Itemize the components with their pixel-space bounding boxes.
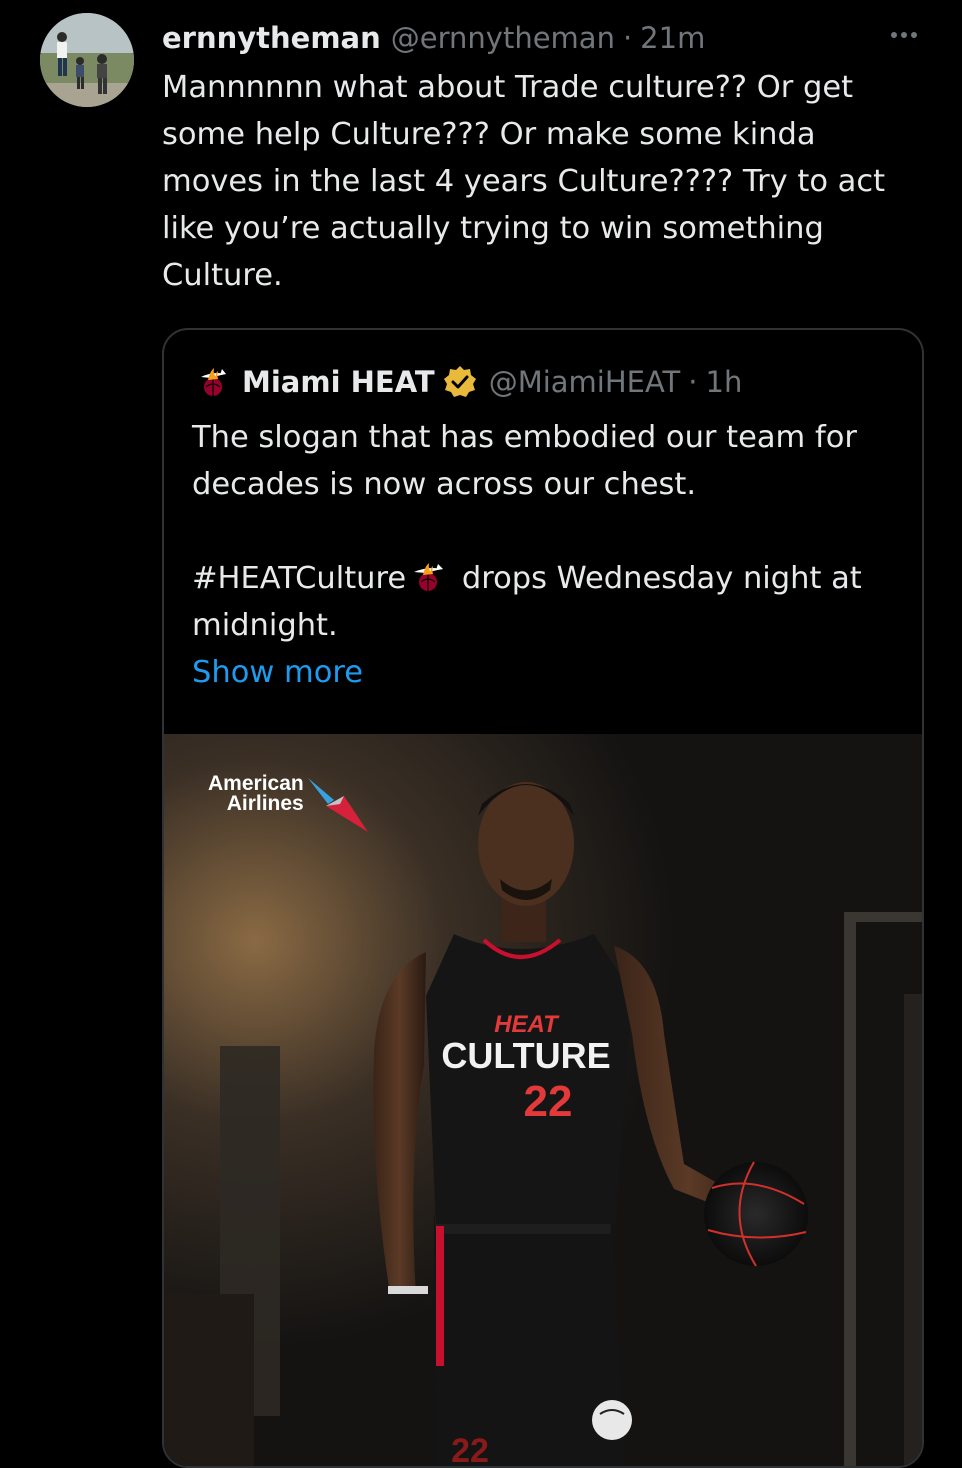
american-airlines-flight-symbol-icon <box>307 778 368 832</box>
sponsor-name-line2: Airlines <box>226 792 304 815</box>
quoted-line: The slogan that has embodied our team fo… <box>192 420 857 455</box>
more-options-button[interactable] <box>884 20 924 50</box>
show-more-link[interactable]: Show more <box>192 649 902 696</box>
timestamp[interactable]: 21m <box>640 21 705 55</box>
american-airlines-logo: American Airlines <box>208 772 370 838</box>
jersey-word-heat: HEAT <box>494 1011 560 1038</box>
tweet-text: Mannnnnn what about Trade culture?? Or g… <box>162 70 886 293</box>
tweet[interactable]: ernnytheman @ernnytheman · 21m Mannnnnn … <box>0 0 962 1468</box>
tweet-header: ernnytheman @ernnytheman · 21m <box>162 16 705 60</box>
quoted-tweet-text: The slogan that has embodied our team fo… <box>192 414 902 696</box>
miami-heat-logo-icon[interactable] <box>196 365 230 399</box>
miami-heat-logo-icon <box>414 563 444 591</box>
hashtag-link[interactable]: #HEATCulture <box>192 561 406 596</box>
separator-dot: · <box>688 365 698 399</box>
quoted-tweet-header: Miami HEAT @MiamiHEAT · 1h <box>196 360 742 404</box>
verified-badge-icon <box>443 366 476 397</box>
jersey-word-culture: CULTURE <box>441 1035 610 1076</box>
shorts-number: 22 <box>451 1432 489 1468</box>
quoted-user-handle[interactable]: @MiamiHEAT <box>489 365 681 399</box>
more-horizontal-icon <box>891 32 897 38</box>
quoted-line: midnight. <box>192 608 338 643</box>
media-image[interactable]: HEAT CULTURE 22 22 American Airlines <box>164 734 922 1468</box>
user-handle[interactable]: @ernnytheman <box>391 21 615 55</box>
quoted-timestamp[interactable]: 1h <box>706 365 743 399</box>
jersey-number: 22 <box>524 1077 573 1126</box>
quoted-tweet[interactable]: Miami HEAT @MiamiHEAT · 1h The slogan th… <box>162 328 924 1468</box>
quoted-display-name[interactable]: Miami HEAT <box>242 365 435 399</box>
sponsor-name-line1: American <box>208 772 304 795</box>
separator-dot: · <box>622 21 633 55</box>
quoted-line: #HEATCulture drops Wednesday night at <box>192 561 862 596</box>
avatar[interactable] <box>40 13 134 107</box>
display-name[interactable]: ernnytheman <box>162 21 381 55</box>
quoted-line: decades is now across our chest. <box>192 467 697 502</box>
